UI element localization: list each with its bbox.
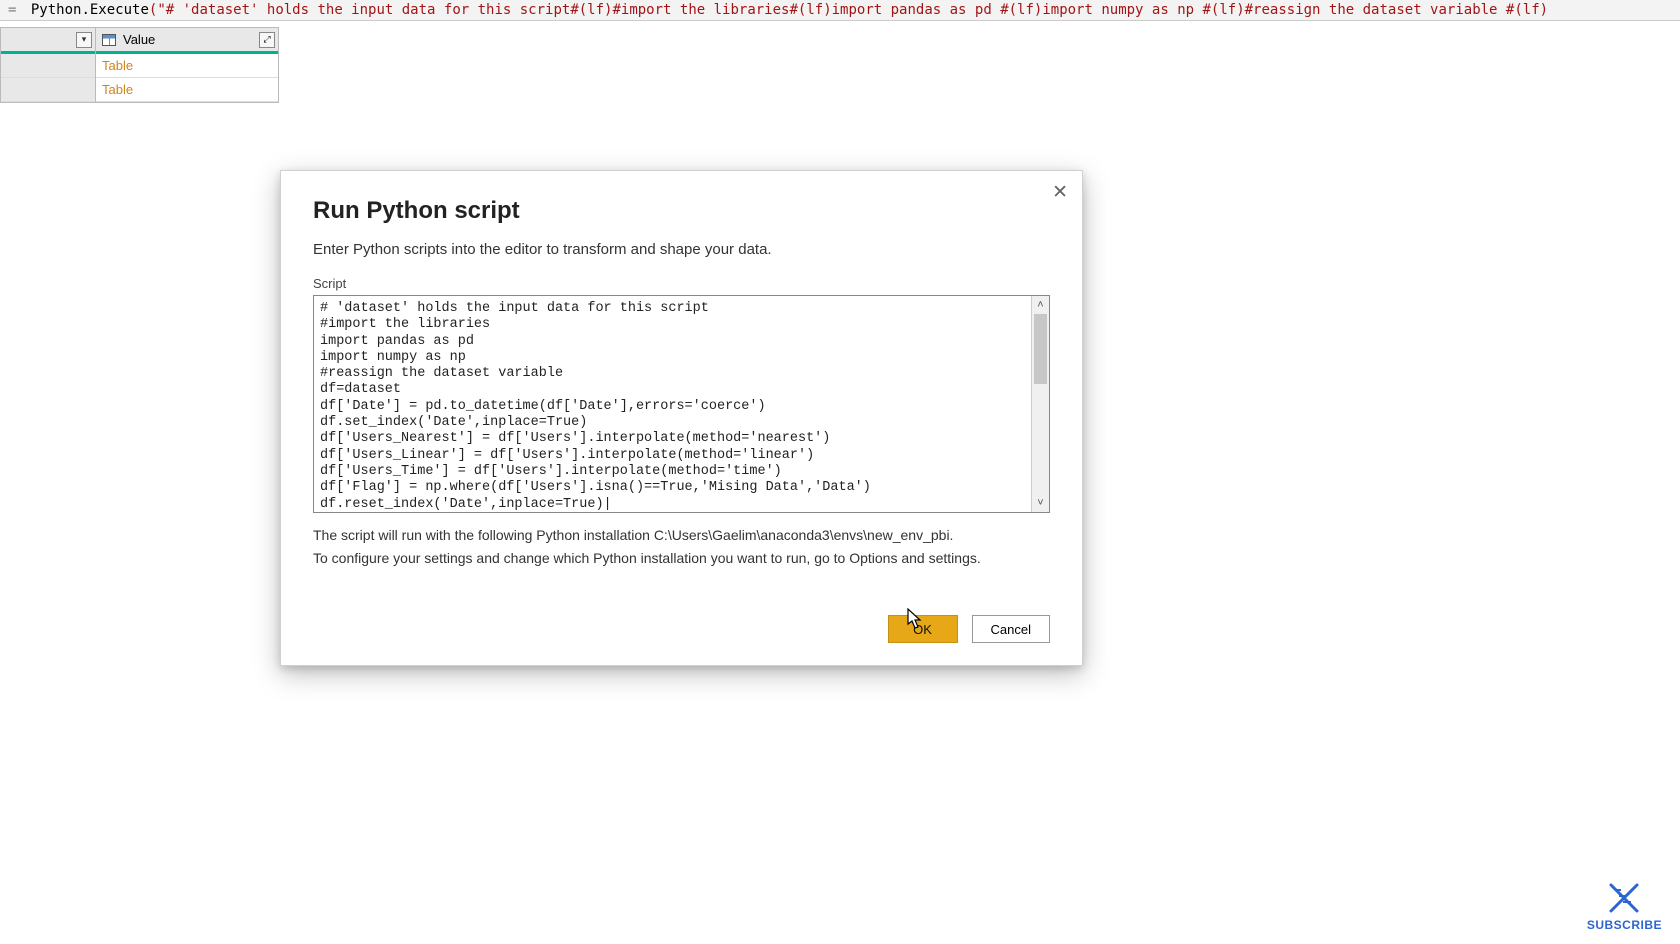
table-type-icon bbox=[102, 34, 116, 46]
python-config-info: To configure your settings and change wh… bbox=[313, 548, 1050, 569]
close-button[interactable]: ✕ bbox=[1052, 181, 1068, 204]
formula-arg: ("# 'dataset' holds the input data for t… bbox=[149, 2, 1548, 18]
table-options-dropdown[interactable]: ▾ bbox=[76, 32, 92, 48]
column-header-value[interactable]: Value ⤢ bbox=[96, 28, 278, 54]
row-index-cell bbox=[1, 54, 95, 78]
dialog-title: Run Python script bbox=[313, 197, 1050, 225]
python-install-info: The script will run with the following P… bbox=[313, 525, 1050, 546]
formula-equals: = bbox=[8, 2, 16, 18]
script-input[interactable] bbox=[314, 296, 1031, 512]
table-row[interactable]: Table bbox=[96, 54, 278, 78]
expand-column-button[interactable]: ⤢ bbox=[259, 32, 275, 48]
dna-helix-icon bbox=[1605, 881, 1643, 915]
run-python-script-dialog: ✕ Run Python script Enter Python scripts… bbox=[280, 170, 1083, 666]
cancel-button[interactable]: Cancel bbox=[972, 615, 1050, 643]
script-label: Script bbox=[313, 276, 1050, 291]
script-editor-container: ˄ ˅ bbox=[313, 295, 1050, 513]
ok-button[interactable]: OK bbox=[888, 615, 958, 643]
row-index-cell bbox=[1, 78, 95, 102]
subscribe-label: SUBSCRIBE bbox=[1587, 918, 1662, 932]
scroll-up-arrow[interactable]: ˄ bbox=[1032, 296, 1049, 314]
column-header-label: Value bbox=[123, 32, 155, 47]
row-index-column: ▾ bbox=[0, 27, 96, 103]
scrollbar[interactable]: ˄ ˅ bbox=[1031, 296, 1049, 512]
table-row[interactable]: Table bbox=[96, 78, 278, 102]
formula-func: Python.Execute bbox=[31, 2, 149, 18]
dialog-subtitle: Enter Python scripts into the editor to … bbox=[313, 241, 1050, 258]
scroll-thumb[interactable] bbox=[1034, 314, 1047, 384]
subscribe-badge[interactable]: SUBSCRIBE bbox=[1587, 881, 1662, 932]
formula-bar[interactable]: = Python.Execute("# 'dataset' holds the … bbox=[0, 0, 1680, 21]
scroll-down-arrow[interactable]: ˅ bbox=[1032, 494, 1049, 512]
query-preview-table: ▾ Value ⤢ Table Table bbox=[0, 27, 1680, 103]
